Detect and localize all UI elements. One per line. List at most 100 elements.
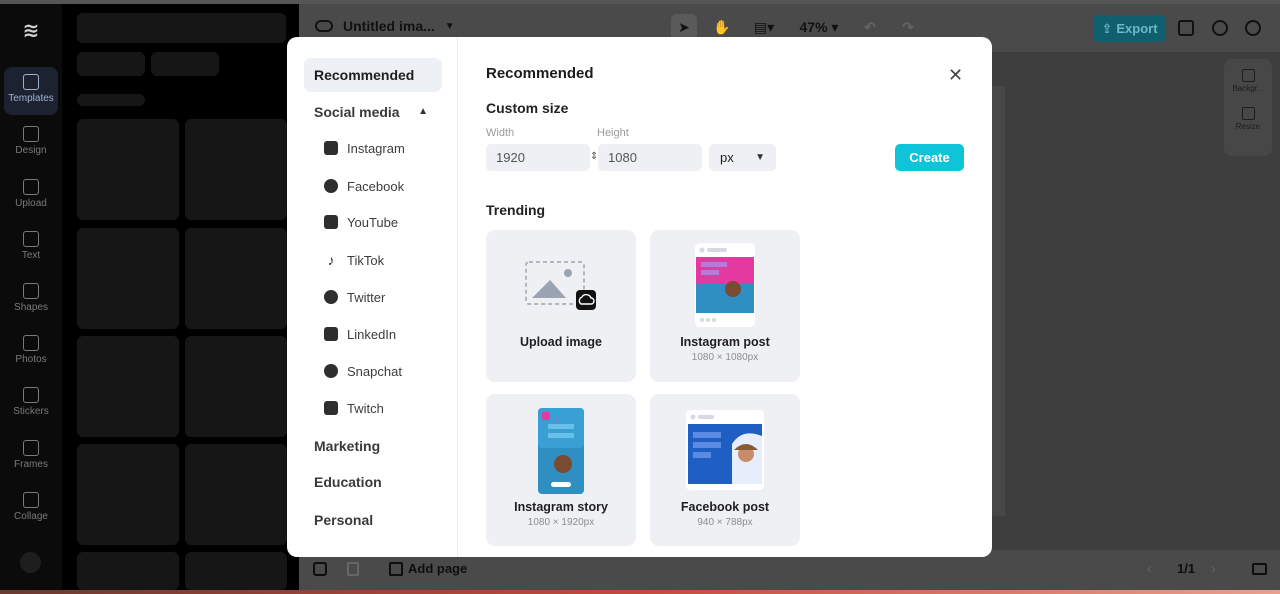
rail-item-collage[interactable]: Collage <box>4 485 58 533</box>
prev-page-icon[interactable]: ‹ <box>1147 560 1152 576</box>
template-skeleton <box>185 228 287 329</box>
document-title: Untitled ima... <box>343 18 435 34</box>
resize-icon <box>1241 107 1255 120</box>
right-tool-panel: Backgr... Resize <box>1224 59 1272 156</box>
resize-tool[interactable]: Resize <box>1236 122 1260 131</box>
text-icon <box>23 231 39 247</box>
height-label: Height <box>597 127 629 139</box>
photos-icon <box>23 335 39 351</box>
frames-icon <box>23 440 39 456</box>
nav-linkedin[interactable]: LinkedIn <box>324 322 396 346</box>
nav-label: Twitch <box>347 400 384 416</box>
snapchat-icon <box>324 364 338 378</box>
card-instagram-post[interactable]: Instagram post 1080 × 1080px <box>650 230 800 382</box>
card-name: Upload image <box>520 335 602 349</box>
left-rail: ≋ Templates Design Upload Text Shapes Ph… <box>0 4 62 590</box>
nav-personal[interactable]: Personal <box>304 503 442 537</box>
cloud-sync-icon <box>315 20 333 32</box>
rail-item-photos[interactable]: Photos <box>4 328 58 376</box>
rail-item-upload[interactable]: Upload <box>4 172 58 220</box>
nav-label: Marketing <box>314 438 381 454</box>
height-input[interactable]: 1080 <box>598 144 702 171</box>
nav-label: Twitter <box>347 289 386 305</box>
pages-panel-icon[interactable] <box>1252 563 1267 575</box>
template-skeleton <box>77 336 179 437</box>
close-icon[interactable]: ✕ <box>948 65 963 86</box>
next-page-icon[interactable]: › <box>1211 560 1216 576</box>
nav-recommended[interactable]: Recommended <box>304 58 442 92</box>
upload-icon <box>23 179 39 195</box>
nav-twitch[interactable]: Twitch <box>324 396 384 420</box>
card-instagram-story[interactable]: Instagram story 1080 × 1920px <box>486 394 636 546</box>
rail-item-templates[interactable]: Templates <box>4 67 58 115</box>
card-name: Instagram story <box>514 500 608 514</box>
modal-title: Recommended <box>486 65 594 82</box>
facebook-post-thumbnail <box>686 410 764 490</box>
app-logo-icon[interactable]: ≋ <box>18 18 44 42</box>
background-icon <box>1241 69 1255 82</box>
rail-item-shapes[interactable]: Shapes <box>4 276 58 324</box>
templates-icon <box>23 74 39 90</box>
modal-nav: Recommended Social media ▲ Instagram Face… <box>287 37 458 557</box>
shapes-icon <box>23 283 39 299</box>
template-skeleton <box>185 552 287 590</box>
nav-facebook[interactable]: Facebook <box>324 174 404 198</box>
width-input[interactable]: 1920 <box>486 144 590 171</box>
add-page-label: Add page <box>408 561 468 576</box>
rail-item-design[interactable]: Design <box>4 119 58 167</box>
card-upload-image[interactable]: Upload image <box>486 230 636 382</box>
card-name: Facebook post <box>680 500 770 514</box>
rail-item-stickers[interactable]: Stickers <box>4 380 58 428</box>
nav-marketing[interactable]: Marketing <box>304 429 442 463</box>
nav-education[interactable]: Education <box>304 465 442 499</box>
nav-snapchat[interactable]: Snapchat <box>324 359 402 383</box>
nav-label: Facebook <box>347 178 405 194</box>
template-skeleton <box>185 336 287 437</box>
linkedin-icon <box>324 327 338 341</box>
rail-item-text[interactable]: Text <box>4 224 58 272</box>
rail-item-frames[interactable]: Frames <box>4 433 58 481</box>
nav-instagram[interactable]: Instagram <box>324 136 405 160</box>
nav-label: Snapchat <box>347 363 402 379</box>
chip-skeleton <box>151 52 219 76</box>
twitch-icon <box>324 401 338 415</box>
card-dimensions: 1080 × 1920px <box>527 517 595 528</box>
nav-label: Social media <box>314 104 400 120</box>
add-page-icon <box>389 561 403 576</box>
nav-label: YouTube <box>347 214 399 230</box>
page-counter: 1/1 <box>1177 561 1196 576</box>
label-skeleton <box>77 94 145 106</box>
card-dimensions: 1080 × 1080px <box>691 352 759 363</box>
card-facebook-post[interactable]: Facebook post 940 × 788px <box>650 394 800 546</box>
unit-select[interactable]: px ▼ <box>709 144 776 171</box>
twitter-icon <box>324 290 338 304</box>
template-skeleton <box>77 444 179 545</box>
image-placeholder-icon <box>525 261 596 310</box>
trash-icon[interactable] <box>347 562 359 576</box>
tiktok-icon: ♪ <box>327 252 335 268</box>
bottom-strip <box>0 590 1280 594</box>
add-page-button[interactable]: Add page <box>389 561 467 576</box>
new-design-modal: Recommended Social media ▲ Instagram Face… <box>287 37 992 557</box>
chevron-down-icon: ▼ <box>755 152 765 163</box>
collage-icon <box>23 492 39 508</box>
youtube-icon <box>324 215 338 229</box>
nav-tiktok[interactable]: ♪ TikTok <box>324 248 385 272</box>
background-tool[interactable]: Backgr... <box>1232 84 1263 93</box>
help-icon[interactable] <box>1212 20 1228 36</box>
templates-panel <box>62 4 299 590</box>
create-button[interactable]: Create <box>895 144 964 171</box>
gear-icon[interactable] <box>1245 20 1261 36</box>
nav-social-media[interactable]: Social media ▲ <box>304 95 442 129</box>
modal-body: Recommended ✕ Custom size Width Height 1… <box>458 37 992 557</box>
document-title-button[interactable]: Untitled ima... ▼ <box>315 18 455 34</box>
export-button[interactable]: ⇪ Export <box>1093 15 1166 42</box>
duplicate-page-icon[interactable] <box>313 562 327 576</box>
nav-label: LinkedIn <box>347 326 397 342</box>
unit-value: px <box>720 150 734 165</box>
nav-twitter[interactable]: Twitter <box>324 285 385 309</box>
width-label: Width <box>486 127 515 139</box>
shield-icon[interactable] <box>1178 20 1194 36</box>
nav-youtube[interactable]: YouTube <box>324 210 398 234</box>
collapse-rail-button[interactable] <box>20 552 41 573</box>
